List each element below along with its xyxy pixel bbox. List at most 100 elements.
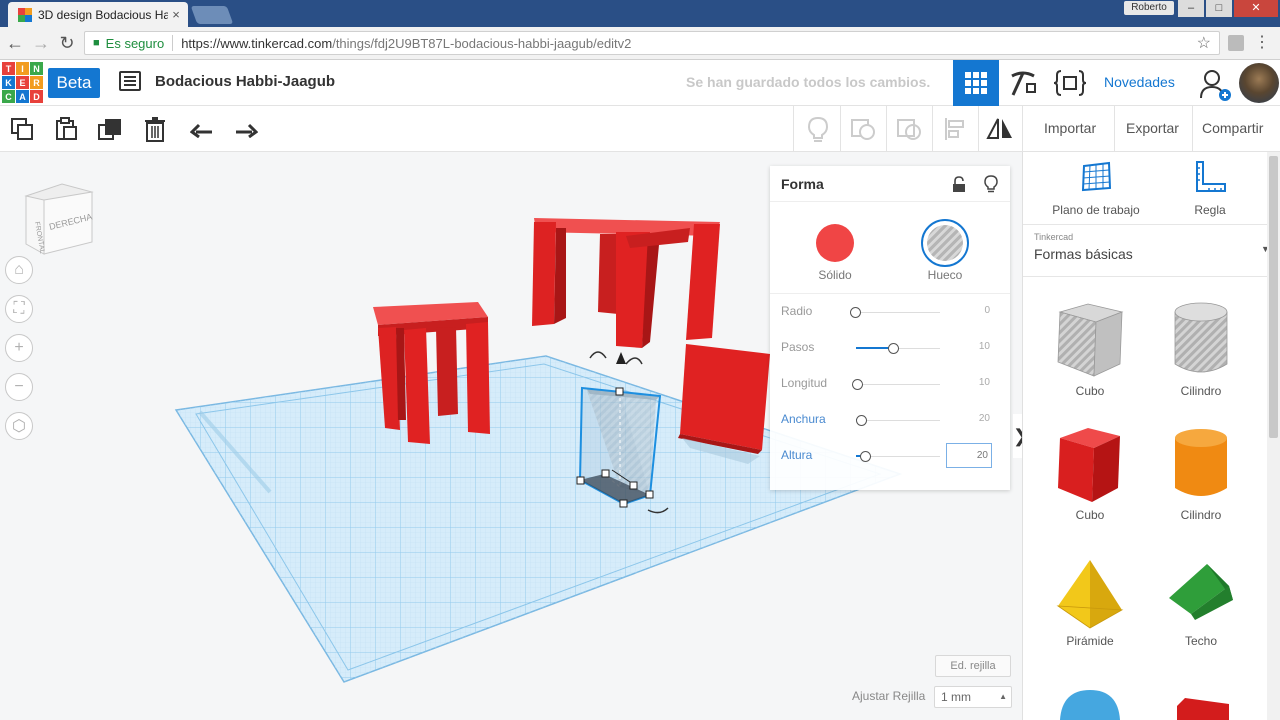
shape-tile-label: Cilindro xyxy=(1180,384,1222,398)
duplicate-button[interactable] xyxy=(88,106,132,152)
tab-close-icon[interactable]: × xyxy=(168,7,184,22)
shape-tile-hole-cylinder[interactable]: Cilindro xyxy=(1146,300,1256,398)
red-box-icon xyxy=(1058,428,1120,502)
workplane-tool[interactable]: Plano de trabajo xyxy=(1041,160,1151,217)
group-icon xyxy=(851,119,875,140)
minimize-window-button[interactable]: – xyxy=(1178,0,1204,17)
logo-cell: C xyxy=(2,90,15,103)
param-value[interactable]: 20 xyxy=(979,413,990,424)
param-slider-track[interactable] xyxy=(856,420,940,421)
snap-grid-select[interactable]: 1 mm ▲ xyxy=(934,686,1012,708)
shapes-library-panel: Plano de trabajo Regla Tinkercad Formas … xyxy=(1022,152,1280,720)
browser-menu-icon[interactable]: ⋮ xyxy=(1254,33,1270,53)
edit-grid-button[interactable]: Ed. rejilla xyxy=(935,655,1011,677)
fit-view-button[interactable]: ⛶ xyxy=(5,295,33,323)
ungroup-button[interactable] xyxy=(887,106,931,152)
forward-icon[interactable]: → xyxy=(30,33,52,53)
share-button[interactable]: Compartir xyxy=(1202,120,1263,136)
scrollbar-thumb[interactable] xyxy=(1269,156,1278,438)
reload-icon[interactable]: ↻ xyxy=(56,33,78,53)
align-button[interactable] xyxy=(933,106,977,152)
3d-view-button[interactable] xyxy=(953,60,999,106)
blocks-view-button[interactable] xyxy=(1000,60,1046,106)
redo-button[interactable] xyxy=(224,106,268,152)
red-block-object[interactable] xyxy=(678,344,770,464)
view-cube[interactable]: FRONTAL DERECHA xyxy=(22,182,96,256)
import-button[interactable]: Importar xyxy=(1044,120,1096,136)
param-slider-track[interactable] xyxy=(856,312,940,313)
paste-button[interactable] xyxy=(44,106,88,152)
perspective-cube-icon: ⬡ xyxy=(12,418,26,435)
param-value[interactable]: 10 xyxy=(979,341,990,352)
shape-tile-roof[interactable]: Techo xyxy=(1146,556,1256,648)
shape-tile-label: Pirámide xyxy=(1066,634,1114,648)
library-scrollbar[interactable] xyxy=(1267,152,1280,720)
perspective-button[interactable]: ⬡ xyxy=(5,412,33,440)
param-slider-track[interactable] xyxy=(856,384,940,385)
shape-tile-partial[interactable] xyxy=(1035,686,1145,720)
avatar[interactable] xyxy=(1239,63,1279,103)
delete-button[interactable] xyxy=(133,106,177,152)
shape-tile-hole-box[interactable]: Cubo xyxy=(1035,300,1145,398)
library-source: Tinkercad xyxy=(1034,232,1074,242)
lift-handle[interactable] xyxy=(616,352,626,364)
shape-tile-orange-cylinder[interactable]: Cilindro xyxy=(1146,424,1256,522)
copy-button[interactable] xyxy=(0,106,44,152)
home-view-button[interactable]: ⌂ xyxy=(5,256,33,284)
workspace-canvas[interactable]: FRONTAL DERECHA ⌂ ⛶ + − ⬡ Forma Sólido H… xyxy=(0,152,1022,720)
maximize-window-button[interactable]: □ xyxy=(1206,0,1232,17)
zoom-in-button[interactable]: + xyxy=(5,334,33,362)
close-window-button[interactable]: ✕ xyxy=(1234,0,1278,17)
save-status: Se han guardado todos los cambios. xyxy=(686,74,931,90)
design-list-icon[interactable] xyxy=(119,71,141,91)
design-title[interactable]: Bodacious Habbi-Jaagub xyxy=(155,73,335,90)
extension-icon[interactable] xyxy=(1228,35,1244,51)
param-slider-knob[interactable] xyxy=(852,379,863,390)
tinkercad-logo[interactable]: T I N K E R C A D xyxy=(2,62,43,104)
code-braces-icon xyxy=(1053,70,1087,96)
param-slider-knob[interactable] xyxy=(850,307,861,318)
add-user-icon[interactable] xyxy=(1199,68,1233,102)
codeblocks-view-button[interactable] xyxy=(1047,60,1093,106)
red-arch-object[interactable] xyxy=(532,218,720,348)
shape-tile-pyramid[interactable]: Pirámide xyxy=(1035,556,1145,648)
param-row-radio: Radio 0 xyxy=(770,294,1010,330)
param-value-input[interactable]: 20 xyxy=(946,443,992,468)
param-value[interactable]: 0 xyxy=(984,305,990,316)
toolbar-divider xyxy=(1022,106,1023,152)
undo-button[interactable] xyxy=(180,106,224,152)
group-button[interactable] xyxy=(841,106,885,152)
library-category-select[interactable]: Formas básicas xyxy=(1034,246,1133,262)
minus-icon: − xyxy=(14,378,24,395)
param-slider-knob[interactable] xyxy=(860,451,871,462)
shape-tile-partial[interactable] xyxy=(1146,692,1256,720)
new-tab-button[interactable] xyxy=(190,6,234,24)
zoom-out-button[interactable]: − xyxy=(5,373,33,401)
solid-option[interactable] xyxy=(816,224,854,262)
logo-cell: I xyxy=(16,62,29,75)
show-all-button[interactable] xyxy=(796,106,840,152)
hole-cylinder-icon xyxy=(1174,302,1228,373)
param-slider-knob[interactable] xyxy=(856,415,867,426)
url-field[interactable]: ■ Es seguro https://www.tinkercad.com/th… xyxy=(84,31,1220,55)
lightbulb-icon[interactable] xyxy=(984,175,998,193)
hole-option[interactable] xyxy=(921,219,969,267)
param-value[interactable]: 10 xyxy=(979,377,990,388)
browser-user-chip[interactable]: Roberto xyxy=(1124,1,1174,15)
copy-icon xyxy=(11,118,33,140)
grid-view-icon xyxy=(965,72,987,94)
export-button[interactable]: Exportar xyxy=(1126,120,1179,136)
logo-cell: E xyxy=(16,76,29,89)
shape-tile-red-box[interactable]: Cubo xyxy=(1035,424,1145,522)
ruler-tool[interactable]: Regla xyxy=(1155,160,1265,217)
beta-badge: Beta xyxy=(48,68,100,98)
lock-icon[interactable] xyxy=(952,176,966,193)
back-icon[interactable]: ← xyxy=(4,33,26,53)
param-slider-knob[interactable] xyxy=(888,343,899,354)
news-link[interactable]: Novedades xyxy=(1104,74,1175,90)
browser-tab[interactable]: 3D design Bodacious Ha × xyxy=(8,2,188,27)
text-shape-icon xyxy=(1177,698,1229,720)
bookmark-star-icon[interactable]: ☆ xyxy=(1197,33,1211,53)
param-row-longitud: Longitud 10 xyxy=(770,366,1010,402)
mirror-button[interactable] xyxy=(978,106,1022,152)
